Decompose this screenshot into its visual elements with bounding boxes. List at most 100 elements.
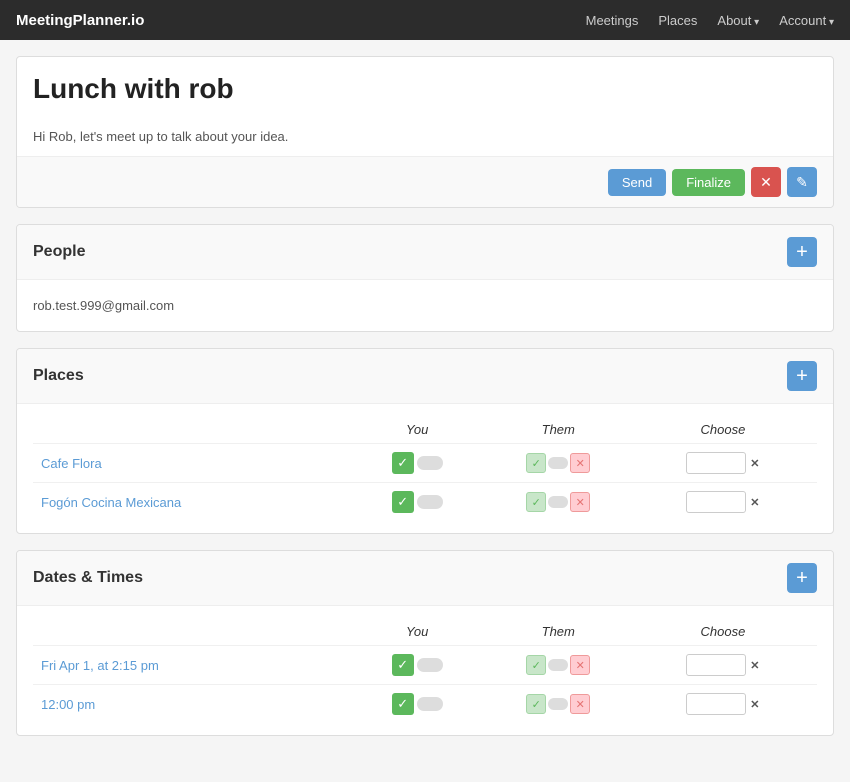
- dates-card: Dates & Times + You Them Choose Fri Apr …: [16, 550, 834, 736]
- them-toggle-cell: ✓ ✕: [488, 685, 629, 724]
- date-label: Fri Apr 1, at 2:15 pm: [41, 658, 159, 673]
- choose-cell: ✕: [629, 685, 817, 724]
- choose-x-icon[interactable]: ✕: [750, 659, 759, 672]
- them-toggle-group: ✓ ✕: [526, 694, 590, 714]
- dates-col-choose: Choose: [629, 618, 817, 646]
- them-bar: [548, 496, 568, 508]
- them-toggle-group: ✓ ✕: [526, 453, 590, 473]
- you-toggle-cell: ✓: [347, 483, 488, 522]
- choose-input[interactable]: [686, 452, 746, 474]
- you-toggle-cell: ✓: [347, 685, 488, 724]
- them-bar: [548, 698, 568, 710]
- send-button[interactable]: Send: [608, 169, 666, 196]
- you-toggle-group: ✓: [392, 452, 443, 474]
- dates-col-name: [33, 618, 347, 646]
- people-section-header: People +: [17, 225, 833, 280]
- place-link[interactable]: Fogón Cocina Mexicana: [41, 495, 181, 510]
- dates-col-you: You: [347, 618, 488, 646]
- you-check-icon[interactable]: ✓: [392, 491, 414, 513]
- table-row: Fri Apr 1, at 2:15 pm ✓ ✓: [33, 646, 817, 685]
- finalize-button[interactable]: Finalize: [672, 169, 745, 196]
- dates-body: You Them Choose Fri Apr 1, at 2:15 pm ✓: [17, 606, 833, 735]
- brand-logo: MeetingPlanner.io: [16, 12, 144, 29]
- choose-input[interactable]: [686, 654, 746, 676]
- dates-section-header: Dates & Times +: [17, 551, 833, 606]
- add-place-button[interactable]: +: [787, 361, 817, 391]
- you-toggle-group: ✓: [392, 491, 443, 513]
- you-toggle-bar[interactable]: [417, 658, 443, 672]
- meeting-actions: Send Finalize ✕ ✎: [17, 156, 833, 207]
- you-toggle-group: ✓: [392, 654, 443, 676]
- places-col-you: You: [347, 416, 488, 444]
- nav-links: Meetings Places About Account: [586, 13, 834, 28]
- choose-input[interactable]: [686, 693, 746, 715]
- meeting-message: Hi Rob, let's meet up to talk about your…: [17, 121, 833, 156]
- edit-icon: ✎: [796, 174, 808, 191]
- them-check-green-icon[interactable]: ✓: [526, 694, 546, 714]
- page-content: Lunch with rob Hi Rob, let's meet up to …: [0, 40, 850, 768]
- dates-title: Dates & Times: [33, 569, 143, 587]
- them-toggle-cell: ✓ ✕: [488, 444, 629, 483]
- places-card: Places + You Them Choose Cafe Flora: [16, 348, 834, 534]
- place-name-cell: Fogón Cocina Mexicana: [33, 483, 347, 522]
- add-date-button[interactable]: +: [787, 563, 817, 593]
- them-toggle-cell: ✓ ✕: [488, 646, 629, 685]
- nav-meetings[interactable]: Meetings: [586, 13, 639, 28]
- meeting-title: Lunch with rob: [33, 73, 817, 105]
- choose-x-icon[interactable]: ✕: [750, 496, 759, 509]
- you-check-icon[interactable]: ✓: [392, 693, 414, 715]
- table-row: 12:00 pm ✓ ✓ ✕: [33, 685, 817, 724]
- you-check-icon[interactable]: ✓: [392, 452, 414, 474]
- them-check-red-icon[interactable]: ✕: [570, 655, 590, 675]
- them-toggle-group: ✓ ✕: [526, 492, 590, 512]
- choose-group: ✕: [686, 654, 759, 676]
- places-table: You Them Choose Cafe Flora ✓: [33, 416, 817, 521]
- nav-places[interactable]: Places: [658, 13, 697, 28]
- choose-group: ✕: [686, 693, 759, 715]
- choose-group: ✕: [686, 491, 759, 513]
- them-check-red-icon[interactable]: ✕: [570, 492, 590, 512]
- places-col-them: Them: [488, 416, 629, 444]
- meeting-card: Lunch with rob Hi Rob, let's meet up to …: [16, 56, 834, 208]
- choose-x-icon[interactable]: ✕: [750, 698, 759, 711]
- you-toggle-bar[interactable]: [417, 495, 443, 509]
- them-toggle-group: ✓ ✕: [526, 655, 590, 675]
- nav-about[interactable]: About: [717, 13, 759, 28]
- you-check-icon[interactable]: ✓: [392, 654, 414, 676]
- them-check-green-icon[interactable]: ✓: [526, 453, 546, 473]
- dates-col-them: Them: [488, 618, 629, 646]
- them-check-red-icon[interactable]: ✕: [570, 694, 590, 714]
- table-row: Cafe Flora ✓ ✓ ✕: [33, 444, 817, 483]
- add-person-button[interactable]: +: [787, 237, 817, 267]
- them-check-red-icon[interactable]: ✕: [570, 453, 590, 473]
- choose-input[interactable]: [686, 491, 746, 513]
- delete-button[interactable]: ✕: [751, 167, 781, 197]
- places-col-choose: Choose: [629, 416, 817, 444]
- them-bar: [548, 457, 568, 469]
- them-check-green-icon[interactable]: ✓: [526, 655, 546, 675]
- delete-icon: ✕: [760, 174, 772, 191]
- places-header-row: You Them Choose: [33, 416, 817, 444]
- choose-x-icon[interactable]: ✕: [750, 457, 759, 470]
- you-toggle-bar[interactable]: [417, 697, 443, 711]
- table-row: Fogón Cocina Mexicana ✓ ✓: [33, 483, 817, 522]
- dates-header-row: You Them Choose: [33, 618, 817, 646]
- them-toggle-cell: ✓ ✕: [488, 483, 629, 522]
- choose-cell: ✕: [629, 646, 817, 685]
- you-toggle-group: ✓: [392, 693, 443, 715]
- place-link[interactable]: Cafe Flora: [41, 456, 102, 471]
- place-name-cell: Cafe Flora: [33, 444, 347, 483]
- edit-button[interactable]: ✎: [787, 167, 817, 197]
- places-body: You Them Choose Cafe Flora ✓: [17, 404, 833, 533]
- date-label: 12:00 pm: [41, 697, 95, 712]
- choose-cell: ✕: [629, 483, 817, 522]
- meeting-title-area: Lunch with rob: [17, 57, 833, 121]
- nav-account[interactable]: Account: [779, 13, 834, 28]
- them-check-green-icon[interactable]: ✓: [526, 492, 546, 512]
- dates-table: You Them Choose Fri Apr 1, at 2:15 pm ✓: [33, 618, 817, 723]
- you-toggle-bar[interactable]: [417, 456, 443, 470]
- people-body: rob.test.999@gmail.com: [17, 280, 833, 331]
- people-title: People: [33, 243, 85, 261]
- places-col-name: [33, 416, 347, 444]
- choose-cell: ✕: [629, 444, 817, 483]
